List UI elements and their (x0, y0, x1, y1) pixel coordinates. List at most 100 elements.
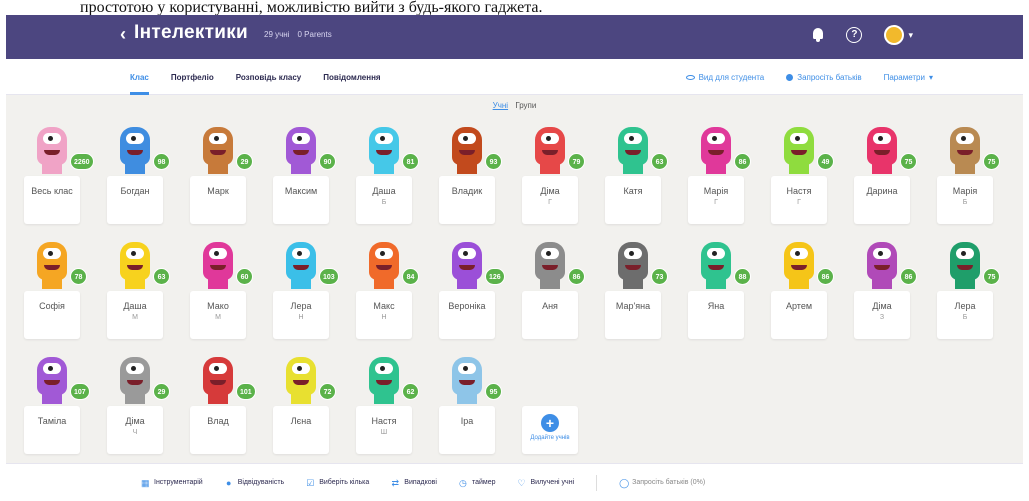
student-card[interactable]: Владик 93 (439, 123, 512, 224)
toolbar-item-1[interactable]: ● Відвідуваність (225, 478, 284, 487)
monster-avatar-icon (363, 353, 405, 408)
monster-avatar-icon (280, 353, 322, 408)
toolbar-item-2[interactable]: ☑ Виберіть кілька (306, 478, 369, 487)
tab-2[interactable]: Розповідь класу (236, 59, 302, 95)
student-name-box: Лера Б (937, 291, 993, 339)
student-card[interactable]: Весь клас 2260 (24, 123, 97, 224)
student-name-box: Владик (439, 176, 495, 224)
student-card[interactable]: Богдан 98 (107, 123, 180, 224)
student-card[interactable]: Лера Н 103 (273, 238, 346, 339)
student-name: Влад (207, 416, 229, 426)
student-name-box: Діма Г (522, 176, 578, 224)
monster-avatar-icon (778, 238, 820, 293)
bell-icon[interactable] (812, 28, 824, 42)
invite-icon (786, 73, 794, 81)
toolbar-item-5[interactable]: ♡ Вилучені учні (517, 478, 574, 487)
student-name-box: Максим (273, 176, 329, 224)
points-badge: 81 (402, 153, 419, 170)
toolbar-item-0[interactable]: ▦ Інструментарій (141, 478, 203, 487)
monster-avatar-icon (197, 238, 239, 293)
points-badge: 75 (983, 153, 1000, 170)
class-title[interactable]: Інтелектики (134, 22, 248, 44)
student-name: Макс (373, 301, 395, 311)
student-name-box: Даша М (107, 291, 163, 339)
student-card[interactable]: Настя Г 49 (771, 123, 844, 224)
student-card[interactable]: Лєна 72 (273, 353, 346, 454)
groups-view-link[interactable]: Групи (515, 101, 536, 110)
help-icon[interactable]: ? (846, 27, 863, 43)
points-badge: 78 (70, 268, 87, 285)
student-card[interactable]: Діма Ч 29 (107, 353, 180, 454)
student-card[interactable]: Мако М 60 (190, 238, 263, 339)
students-count: 29 учні (264, 30, 290, 39)
student-initial: З (879, 314, 885, 321)
monster-avatar-icon (612, 238, 654, 293)
student-card[interactable]: Максим 90 (273, 123, 346, 224)
points-badge: 84 (402, 268, 419, 285)
toolbar-item-4[interactable]: ◷ таймер (459, 477, 495, 488)
student-card[interactable]: Мар'яна 73 (605, 238, 678, 339)
student-card[interactable]: Влад 101 (190, 353, 263, 454)
student-row: Таміла 107 Діма Ч 29 Влад 101 Лєна 72 Настя Ш 62 Іра… (24, 353, 1024, 454)
student-card[interactable]: Артем 86 (771, 238, 844, 339)
student-name: Діма (125, 416, 145, 426)
tab-3[interactable]: Повідомлення (323, 59, 380, 95)
student-initial: Г (548, 199, 552, 206)
student-card[interactable]: Даша Б 81 (356, 123, 429, 224)
student-card[interactable]: Іра 95 (439, 353, 512, 454)
invite-parents-link[interactable]: Запросіть батьків (786, 73, 862, 82)
monster-avatar-icon (529, 238, 571, 293)
add-student-card[interactable]: + Додайте учнів (522, 353, 595, 454)
student-name: Іра (460, 416, 474, 426)
student-name-box: Весь клас (24, 176, 80, 224)
monster-avatar-icon (114, 353, 156, 408)
student-name: Настя (371, 416, 397, 426)
monster-avatar-icon (944, 123, 986, 178)
student-name: Яна (707, 301, 725, 311)
points-badge: 49 (817, 153, 834, 170)
add-student-box: + Додайте учнів (522, 406, 578, 454)
timer-icon: ◷ (459, 477, 467, 488)
student-card[interactable]: Таміла 107 (24, 353, 97, 454)
students-view-link[interactable]: Учні (493, 101, 508, 110)
student-view-link[interactable]: Вид для студента (685, 73, 764, 82)
student-initial: М (132, 314, 138, 321)
student-card[interactable]: Діма Г 79 (522, 123, 595, 224)
account-menu[interactable]: ▾ (884, 25, 913, 45)
student-card[interactable]: Марія Б 75 (937, 123, 1010, 224)
student-card[interactable]: Лера Б 75 (937, 238, 1010, 339)
student-card[interactable]: Марія Г 86 (688, 123, 761, 224)
student-name: Мар'яна (615, 301, 651, 311)
points-badge: 95 (485, 383, 502, 400)
points-badge: 2260 (70, 153, 94, 170)
student-name: Лєна (290, 416, 312, 426)
student-card[interactable]: Катя 63 (605, 123, 678, 224)
student-card[interactable]: Настя Ш 62 (356, 353, 429, 454)
student-initial: Б (962, 199, 968, 206)
student-card[interactable]: Макс Н 84 (356, 238, 429, 339)
tab-1[interactable]: Портфеліо (171, 59, 214, 95)
monster-avatar-icon (31, 238, 73, 293)
student-name-box: Влад (190, 406, 246, 454)
points-badge: 29 (236, 153, 253, 170)
back-arrow-icon[interactable]: ‹ (120, 24, 126, 45)
add-student-label: Додайте учнів (530, 435, 570, 441)
student-card[interactable]: Софія 78 (24, 238, 97, 339)
toolbar-item-3[interactable]: ⇄ Випадкові (391, 478, 437, 487)
class-counts: 29 учні 0 Parents (264, 30, 332, 39)
student-card[interactable]: Даша М 63 (107, 238, 180, 339)
student-card[interactable]: Марк 29 (190, 123, 263, 224)
student-card[interactable]: Яна 88 (688, 238, 761, 339)
toolbar-item-6[interactable]: ◯ Запросіть батьків (0%) (619, 477, 705, 488)
student-card[interactable]: Дарина 75 (854, 123, 927, 224)
tab-0[interactable]: Клас (130, 59, 149, 95)
student-card[interactable]: Вероніка 126 (439, 238, 512, 339)
student-card[interactable]: Аня 86 (522, 238, 595, 339)
bottom-toolbar: ▦ Інструментарій ● Відвідуваність ☑ Виберіть … (6, 463, 1023, 501)
options-menu[interactable]: Параметри ▾ (884, 73, 933, 82)
points-badge: 88 (734, 268, 751, 285)
monster-avatar-icon (280, 238, 322, 293)
student-initial: Н (298, 314, 304, 321)
invite-icon: ◯ (619, 477, 630, 488)
student-card[interactable]: Діма З 86 (854, 238, 927, 339)
